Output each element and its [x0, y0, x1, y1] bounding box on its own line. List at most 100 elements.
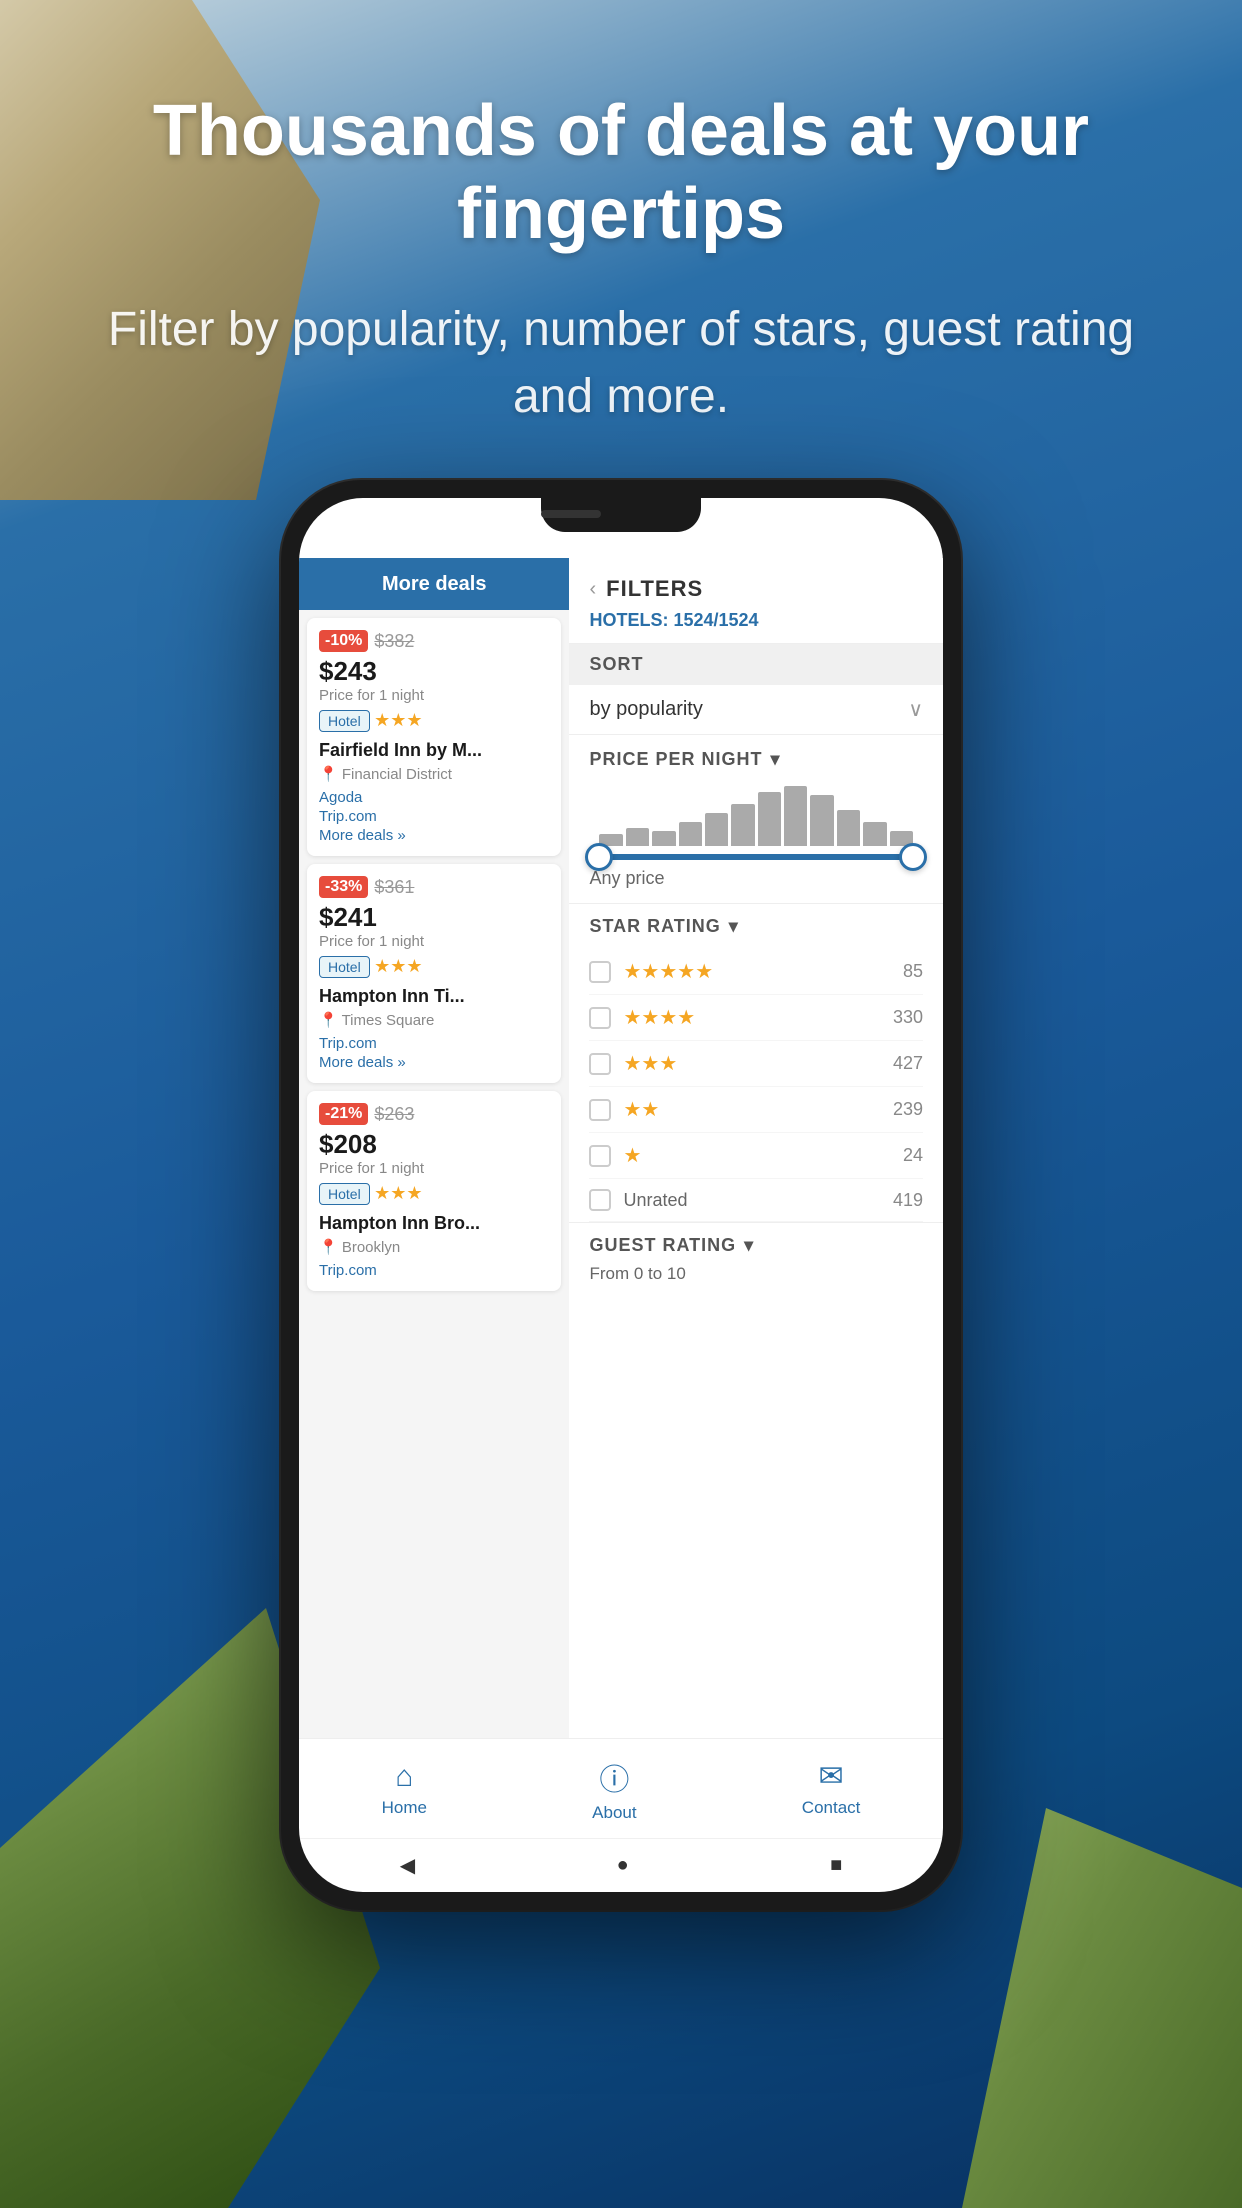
- star-icons-3: ★★★: [623, 1051, 892, 1076]
- price-slider-track[interactable]: [599, 854, 913, 860]
- more-deals-button[interactable]: More deals: [382, 573, 486, 596]
- star-rating-header: STAR RATING ▾: [589, 904, 923, 949]
- filter-panel: ‹ FILTERS HOTELS: 1524/1524 SORT by pop: [569, 558, 943, 1738]
- hero-section: Thousands of deals at your fingertips Fi…: [0, 90, 1242, 430]
- phone-speaker: [541, 510, 601, 518]
- about-label: About: [592, 1803, 636, 1823]
- star-row-4[interactable]: ★★★★ 330: [589, 995, 923, 1041]
- star-count-3: 427: [893, 1053, 923, 1074]
- nav-item-home[interactable]: ⌂ Home: [382, 1760, 427, 1818]
- chevron-down-icon: ∨: [908, 697, 923, 722]
- original-price-2: $361: [374, 877, 414, 898]
- hero-title: Thousands of deals at your fingertips: [80, 90, 1162, 256]
- hotel-badge-2: Hotel: [319, 956, 370, 978]
- phone-screen: More deals -10% $382 $243 Price for 1 ni…: [299, 558, 943, 1738]
- star-icons-1: ★: [623, 1143, 902, 1168]
- android-recents-button[interactable]: ■: [830, 1854, 842, 1877]
- hotel-card-1[interactable]: -10% $382 $243 Price for 1 night Hotel ★…: [307, 618, 561, 856]
- current-price-1: $243: [319, 656, 549, 687]
- guest-rating-header: GUEST RATING ▾: [589, 1235, 923, 1256]
- star-row-3[interactable]: ★★★ 427: [589, 1041, 923, 1087]
- hero-subtitle: Filter by popularity, number of stars, g…: [80, 296, 1162, 430]
- hotel-list-panel: More deals -10% $382 $243 Price for 1 ni…: [299, 558, 569, 1738]
- hotel-card-3[interactable]: -21% $263 $208 Price for 1 night Hotel ★…: [307, 1091, 561, 1291]
- hist-bar-10: [837, 810, 860, 846]
- back-icon[interactable]: ‹: [589, 578, 596, 601]
- bottom-navigation: ⌂ Home ⓘ About ✉ Contact: [299, 1738, 943, 1838]
- hist-bar-5: [705, 813, 728, 846]
- price-section: PRICE PER NIGHT ▾: [569, 735, 943, 904]
- hotel-location-2: 📍 Times Square: [319, 1011, 549, 1029]
- hotel-stars-2: ★★★: [374, 956, 422, 976]
- price-histogram: [589, 786, 923, 846]
- guest-rating-label: GUEST RATING: [589, 1235, 736, 1256]
- hist-bar-2: [626, 828, 649, 846]
- hotel-link-trip2[interactable]: Trip.com: [319, 1035, 549, 1052]
- guest-rating-range: From 0 to 10: [589, 1264, 923, 1284]
- hist-bar-9: [810, 795, 833, 846]
- star-checkbox-unrated[interactable]: [589, 1189, 611, 1211]
- hotel-more-deals-2[interactable]: More deals »: [319, 1054, 549, 1071]
- hotel-link-trip3[interactable]: Trip.com: [319, 1262, 549, 1279]
- hotel-more-deals-1[interactable]: More deals »: [319, 827, 549, 844]
- sort-row[interactable]: by popularity ∨: [569, 685, 943, 735]
- star-count-4: 330: [893, 1007, 923, 1028]
- star-icons-unrated: Unrated: [623, 1190, 892, 1211]
- guest-rating-chevron-icon: ▾: [744, 1235, 754, 1256]
- star-checkbox-1[interactable]: [589, 1145, 611, 1167]
- star-row-1[interactable]: ★ 24: [589, 1133, 923, 1179]
- price-section-header: PRICE PER NIGHT ▾: [589, 749, 923, 770]
- star-row-2[interactable]: ★★ 239: [589, 1087, 923, 1133]
- price-label: PRICE PER NIGHT: [589, 749, 762, 770]
- hotel-price-row-2: -33% $361: [319, 876, 549, 898]
- original-price-3: $263: [374, 1104, 414, 1125]
- filter-hotels-count: HOTELS: 1524/1524: [589, 610, 923, 631]
- hotel-list-top-bar: More deals: [299, 558, 569, 610]
- price-any-label: Any price: [589, 868, 923, 889]
- discount-badge-1: -10%: [319, 630, 368, 652]
- hotels-count-value: 1524/1524: [673, 610, 758, 630]
- star-checkbox-4[interactable]: [589, 1007, 611, 1029]
- android-back-button[interactable]: ◀: [400, 1853, 415, 1878]
- star-icons-2: ★★: [623, 1097, 892, 1122]
- star-chevron-icon: ▾: [729, 916, 739, 937]
- star-icons-5: ★★★★★: [623, 959, 902, 984]
- phone-outer-shell: More deals -10% $382 $243 Price for 1 ni…: [281, 480, 961, 1910]
- hotel-link-trip1[interactable]: Trip.com: [319, 808, 549, 825]
- price-label-1: Price for 1 night: [319, 687, 549, 704]
- price-label-2: Price for 1 night: [319, 933, 549, 950]
- current-price-2: $241: [319, 902, 549, 933]
- current-price-3: $208: [319, 1129, 549, 1160]
- phone-notch-area: [299, 498, 943, 558]
- price-chevron-icon: ▾: [771, 749, 781, 770]
- hotel-badge-3: Hotel: [319, 1183, 370, 1205]
- hist-bar-6: [731, 804, 754, 846]
- home-label: Home: [382, 1798, 427, 1818]
- star-checkbox-2[interactable]: [589, 1099, 611, 1121]
- hotels-label: HOTELS:: [589, 610, 668, 630]
- android-home-button[interactable]: ●: [617, 1854, 629, 1877]
- hotel-name-3: Hampton Inn Bro...: [319, 1213, 549, 1234]
- home-icon: ⌂: [395, 1760, 413, 1794]
- hist-bar-7: [758, 792, 781, 846]
- star-rating-section: STAR RATING ▾ ★★★★★ 85 ★★★★: [569, 904, 943, 1223]
- star-row-5[interactable]: ★★★★★ 85: [589, 949, 923, 995]
- hotel-card-2[interactable]: -33% $361 $241 Price for 1 night Hotel ★…: [307, 864, 561, 1083]
- hist-bar-11: [863, 822, 886, 846]
- price-slider-left-thumb[interactable]: [585, 843, 613, 871]
- price-slider-right-thumb[interactable]: [899, 843, 927, 871]
- hotel-name-2: Hampton Inn Ti...: [319, 986, 549, 1007]
- nav-item-about[interactable]: ⓘ About: [592, 1755, 636, 1823]
- hotel-price-row-1: -10% $382: [319, 630, 549, 652]
- star-checkbox-3[interactable]: [589, 1053, 611, 1075]
- hotel-stars-3: ★★★: [374, 1183, 422, 1203]
- hotel-link-agoda[interactable]: Agoda: [319, 789, 549, 806]
- original-price-1: $382: [374, 631, 414, 652]
- nav-item-contact[interactable]: ✉ Contact: [802, 1759, 861, 1818]
- hotel-links-3: Trip.com: [319, 1262, 549, 1279]
- phone-notch: [541, 498, 701, 532]
- star-row-unrated[interactable]: Unrated 419: [589, 1179, 923, 1222]
- hist-bar-4: [679, 822, 702, 846]
- price-label-3: Price for 1 night: [319, 1160, 549, 1177]
- star-checkbox-5[interactable]: [589, 961, 611, 983]
